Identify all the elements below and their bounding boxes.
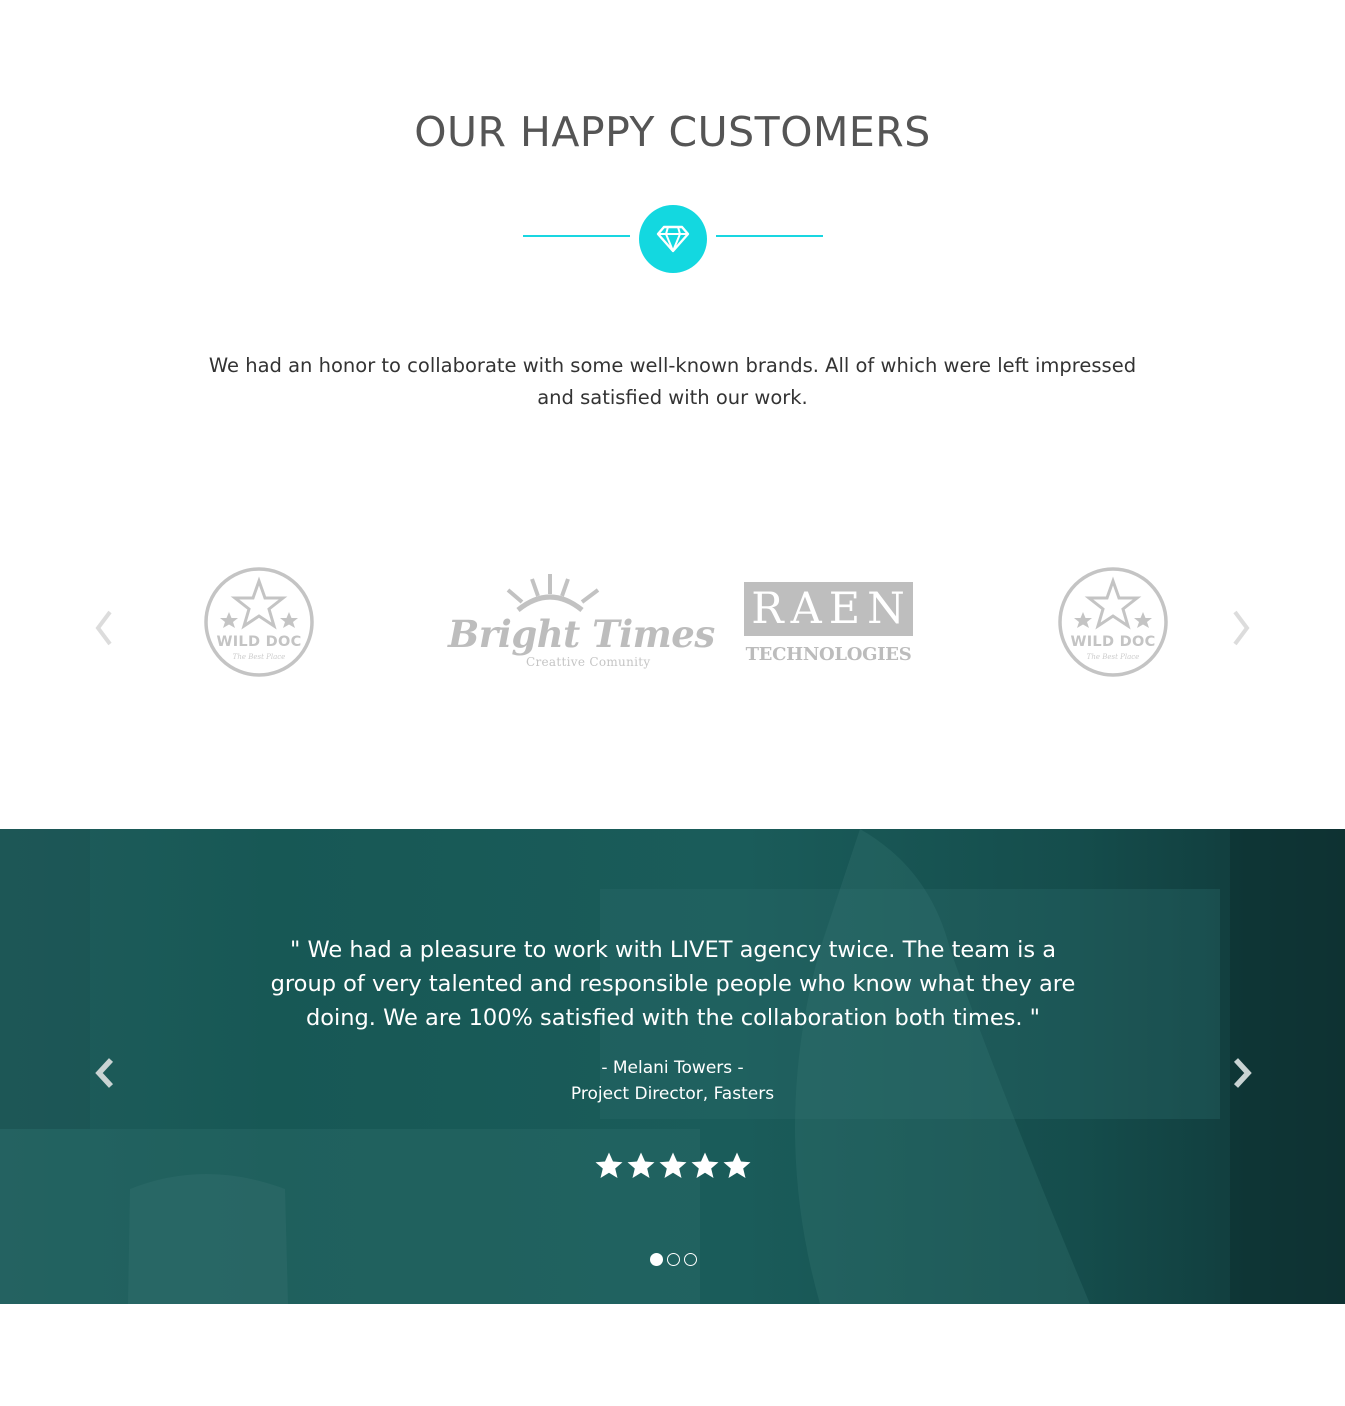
logo-name: WILD DOC <box>216 634 302 650</box>
intro-text: We had an honor to collaborate with some… <box>208 354 1137 409</box>
client-logo-wild-doc[interactable]: WILD DOC The Best Place <box>1057 565 1169 679</box>
happy-customers-section: OUR HAPPY CUSTOMERS We had an honor to c… <box>0 0 1345 829</box>
chevron-left-icon <box>95 1058 114 1088</box>
star-rating <box>594 1151 752 1183</box>
client-logo-wild-doc[interactable]: WILD DOC The Best Place <box>203 565 315 679</box>
slide-dot-1[interactable] <box>650 1253 663 1266</box>
testimonial-quote: " We had a pleasure to work with LIVET a… <box>270 937 1076 1031</box>
client-logo-bright-times[interactable]: Bright Times Creattive Comunity <box>446 572 715 672</box>
logo-name: Bright Times <box>448 612 715 656</box>
testimonial-author: - Melani Towers - <box>601 1058 744 1078</box>
testimonial-prev-button[interactable] <box>90 1053 120 1093</box>
divider-line-right <box>716 235 823 237</box>
divider-line-left <box>523 235 630 237</box>
client-logo-raen-technologies[interactable]: RAEN TECHNOLOGIES <box>744 582 913 666</box>
slider-pagination <box>650 1253 697 1266</box>
logo-tagline: The Best Place <box>232 653 286 661</box>
testimonial-role: Project Director, Fasters <box>570 1084 775 1104</box>
section-title: OUR HAPPY CUSTOMERS <box>414 108 931 156</box>
diamond-badge <box>639 205 707 273</box>
star-icon <box>723 1152 751 1178</box>
star-icon <box>691 1152 719 1178</box>
logos-prev-button[interactable] <box>91 606 117 650</box>
logo-tagline: Creattive Comunity <box>526 655 651 669</box>
slide-dot-2[interactable] <box>667 1253 680 1266</box>
logo-box: RAEN <box>744 582 913 636</box>
slide-dot-3[interactable] <box>684 1253 697 1266</box>
logo-name: RAEN <box>751 583 912 634</box>
star-icon <box>659 1152 687 1178</box>
logos-next-button[interactable] <box>1228 606 1254 650</box>
logo-tagline: TECHNOLOGIES <box>745 644 912 665</box>
diamond-icon <box>656 225 690 253</box>
logo-name: WILD DOC <box>1070 634 1156 650</box>
testimonial-next-button[interactable] <box>1227 1053 1257 1093</box>
chevron-right-icon <box>1233 610 1250 646</box>
logo-tagline: The Best Place <box>1086 653 1140 661</box>
star-icon <box>627 1152 655 1178</box>
star-icon <box>595 1152 623 1178</box>
chevron-left-icon <box>95 610 112 646</box>
chevron-right-icon <box>1233 1058 1252 1088</box>
testimonial-slider: " We had a pleasure to work with LIVET a… <box>0 829 1345 1304</box>
